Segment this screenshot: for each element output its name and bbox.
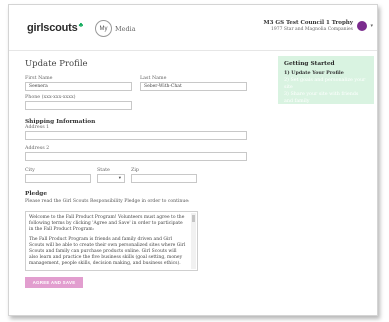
avatar[interactable] [357, 21, 367, 31]
city-state-zip-row: City State ▾ Zip [25, 168, 247, 183]
name-row: First Name Seenera Last Name Seber-With-… [25, 76, 247, 91]
media-label: Media [115, 24, 136, 33]
pledge-paragraph: The Fall Product Program is friends and … [29, 237, 186, 266]
phone-label: Phone (xxx-xxx-xxxx) [25, 95, 76, 100]
scroll-thumb[interactable] [192, 215, 195, 222]
troop-info: M3 GS Test Council 1 Trophy 1977 Star an… [264, 20, 353, 33]
getting-started-step[interactable]: 1) Update Your Profile [284, 70, 368, 77]
my-badge-icon: My [95, 20, 112, 37]
girlscouts-logo[interactable]: girlscouts♣ [27, 22, 83, 34]
page-title: Update Profile [25, 59, 88, 69]
getting-started-step[interactable]: 2) Set goals and personalize your site [284, 77, 368, 91]
top-header: girlscouts♣ My Media M3 GS Test Council … [9, 5, 377, 51]
address1-field[interactable] [25, 131, 247, 140]
last-name-field[interactable]: Seber-With-Chat [140, 82, 247, 91]
phone-field[interactable] [25, 101, 132, 110]
agree-and-save-button[interactable]: AGREE AND SAVE [25, 277, 83, 288]
getting-started-panel: Getting Started 1) Update Your Profile 2… [278, 56, 374, 104]
trefoil-icon: ♣ [78, 22, 84, 29]
address2-field[interactable] [25, 152, 247, 161]
city-field[interactable] [25, 174, 91, 183]
pledge-paragraph: Welcome to the Fall Product Program! Vol… [29, 215, 185, 232]
troop-subtitle: 1977 Star and Magnolia Companies [271, 27, 353, 32]
pledge-heading: Pledge [25, 191, 48, 197]
getting-started-step[interactable]: 3) Share your site with friends and fami… [284, 91, 368, 105]
my-media-link[interactable]: My Media [95, 20, 136, 37]
chevron-down-icon[interactable]: ▾ [370, 23, 373, 29]
chevron-down-icon: ▾ [118, 176, 121, 181]
getting-started-title: Getting Started [284, 61, 335, 67]
troop-name: M3 GS Test Council 1 Trophy [263, 20, 353, 26]
zip-field[interactable] [131, 174, 197, 183]
update-profile-form: Update Profile First Name Seenera Last N… [25, 59, 247, 288]
state-select[interactable]: ▾ [97, 174, 125, 183]
pledge-text-box[interactable]: Welcome to the Fall Product Program! Vol… [25, 211, 198, 271]
pledge-instruction: Please read the Girl Scouts Responsibili… [25, 199, 190, 204]
app-window: girlscouts♣ My Media M3 GS Test Council … [8, 4, 378, 316]
pledge-scrollbar[interactable] [191, 213, 196, 269]
first-name-field[interactable]: Seenera [25, 82, 132, 91]
